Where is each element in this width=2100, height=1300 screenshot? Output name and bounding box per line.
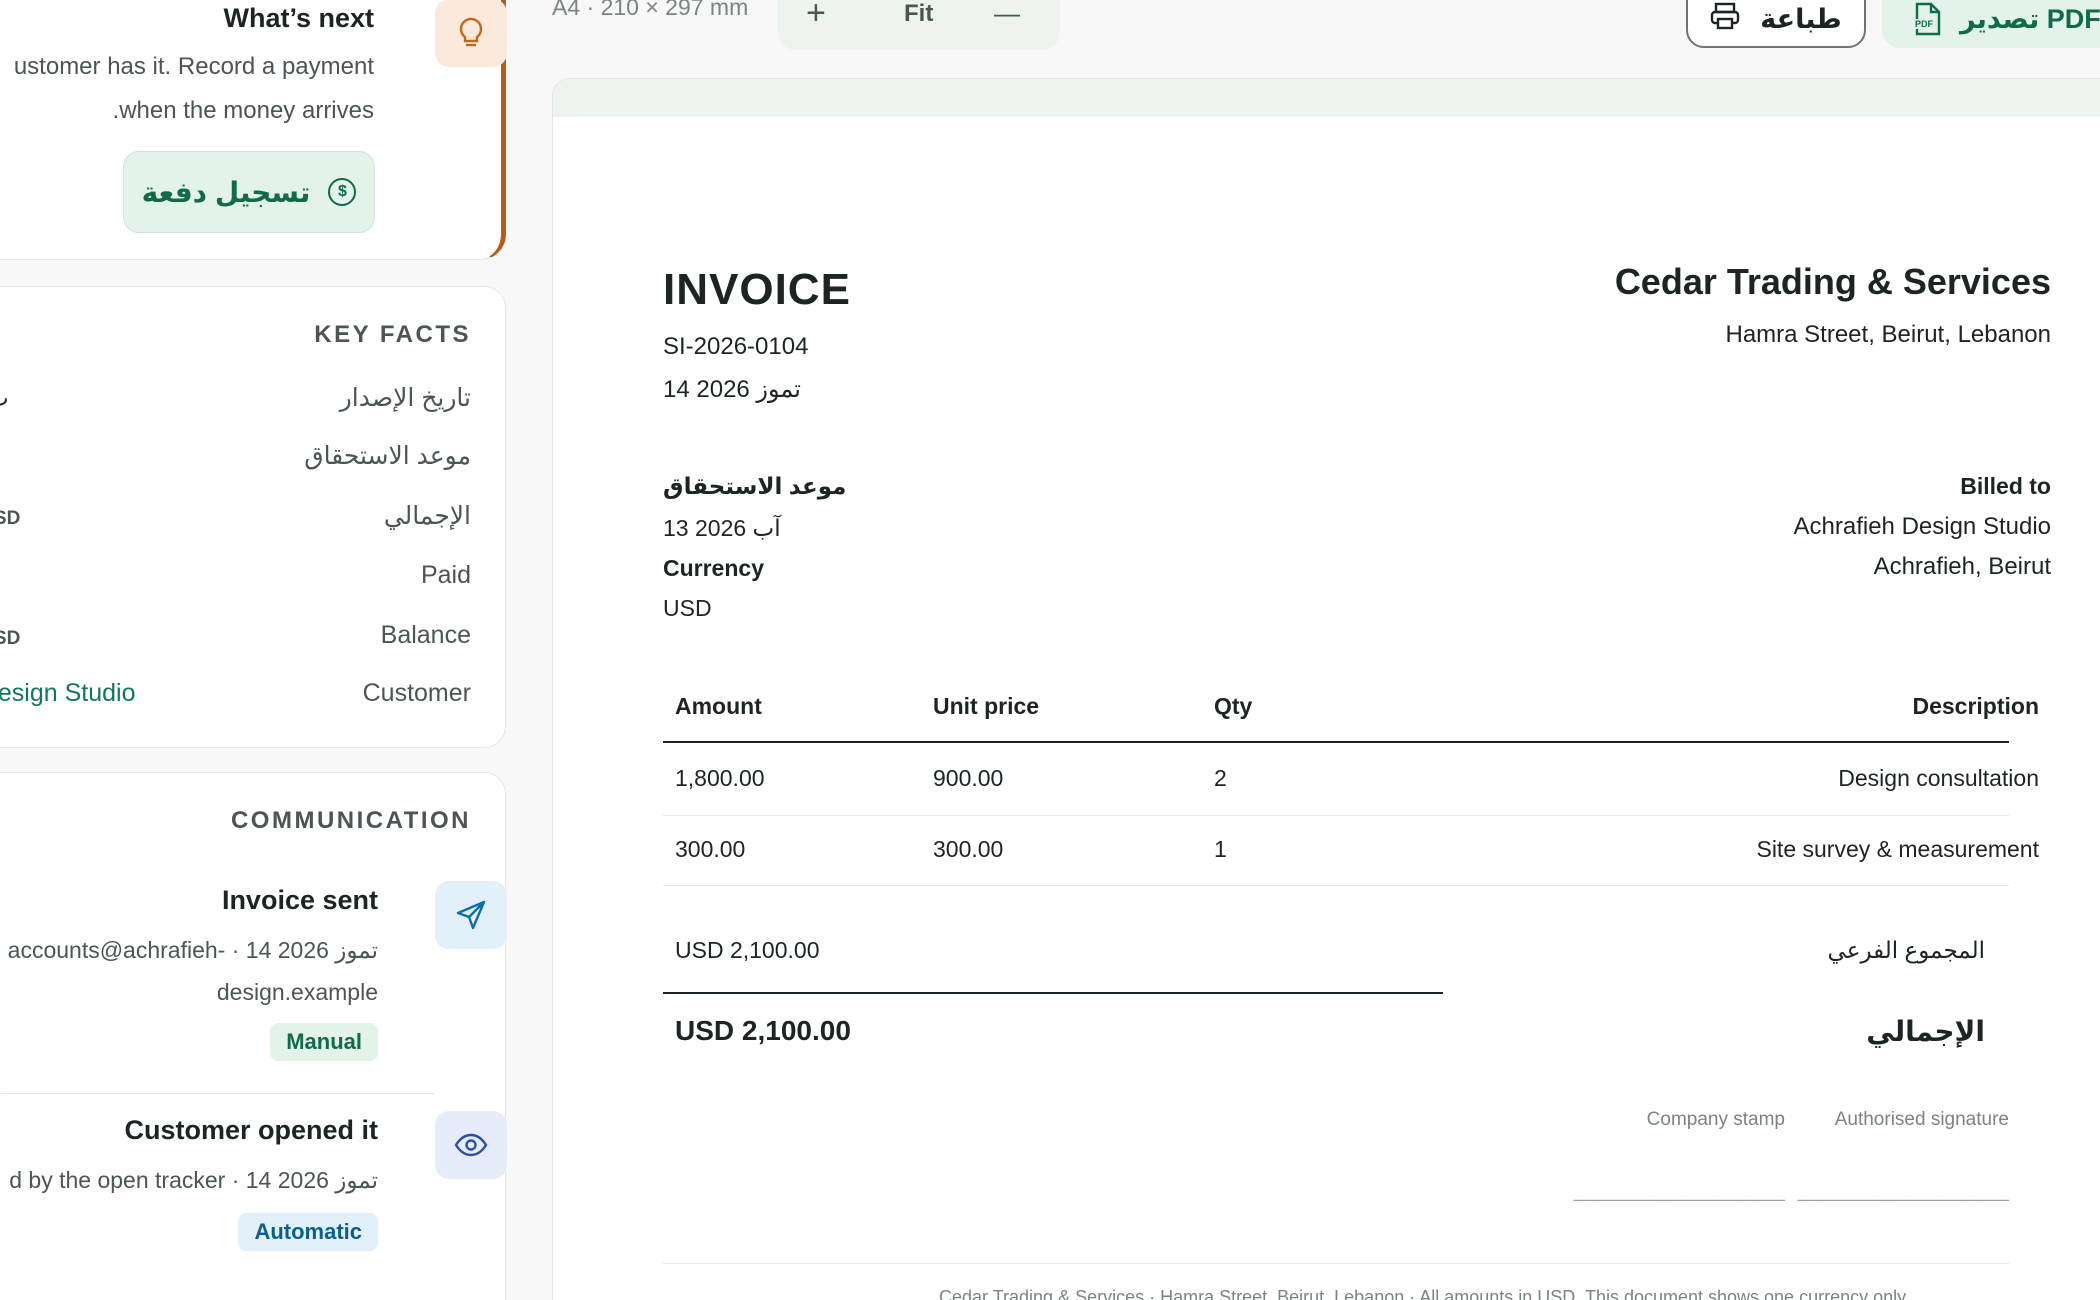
export-pdf-label: تصدير PDF bbox=[1960, 3, 2100, 34]
key-facts-card: KEY FACTS تاريخ الإصدار 14 ت موعد الاستح… bbox=[0, 286, 506, 748]
dollar-icon-glyph: $ bbox=[337, 183, 347, 200]
eye-icon bbox=[435, 1111, 507, 1179]
column-header-unit-price: Unit price bbox=[933, 693, 1040, 719]
zoom-out-button[interactable]: — bbox=[994, 0, 1020, 29]
paper-plane-icon bbox=[435, 881, 507, 949]
line-description: Design consultation bbox=[1838, 765, 2039, 791]
whats-next-body-line2: .when the money arrives bbox=[112, 97, 374, 124]
manual-badge: Manual bbox=[270, 1023, 378, 1061]
paper-size-label: A4 · 210 × 297 mm bbox=[552, 0, 749, 20]
company-stamp-label: Company stamp bbox=[1646, 1109, 1785, 1130]
whats-next-title: What’s next bbox=[223, 3, 374, 33]
currency-value: USD bbox=[663, 595, 712, 621]
invoice-number: SI-2026-0104 bbox=[663, 333, 809, 360]
export-pdf-button[interactable]: PDF تصدير PDF bbox=[1882, 0, 2100, 48]
line-description: Site survey & measurement bbox=[1756, 836, 2039, 862]
line-qty: 1 bbox=[1214, 836, 1227, 862]
subtotal-value: USD 2,100.00 bbox=[675, 937, 820, 963]
due-date-value: 13 آب 2026 bbox=[663, 515, 781, 541]
invoice-issue-date: 14 تموز 2026 bbox=[663, 376, 801, 403]
fact-label-due-date: موعد الاستحقاق bbox=[304, 442, 471, 470]
total-rule bbox=[663, 992, 1443, 994]
customer-link[interactable]: h Design Studio bbox=[0, 679, 136, 708]
line-amount: 300.00 bbox=[675, 836, 746, 862]
due-date-label: موعد الاستحقاق bbox=[663, 473, 847, 499]
company-name: Cedar Trading & Services bbox=[1614, 261, 2051, 302]
pdf-icon-text: PDF bbox=[1915, 19, 1933, 29]
row-divider bbox=[663, 885, 2009, 886]
authorised-signature-line: ____________________ bbox=[1797, 1181, 2009, 1202]
printer-icon bbox=[1710, 2, 1740, 37]
total-label: الإجمالي bbox=[1866, 1016, 1985, 1047]
column-header-qty: Qty bbox=[1214, 693, 1253, 719]
company-stamp-line: ____________________ bbox=[1573, 1181, 1785, 1202]
row-divider bbox=[663, 815, 2009, 816]
preview-header-strip bbox=[553, 79, 2100, 117]
whats-next-card: What’s next ustomer has it. Record a pay… bbox=[0, 0, 507, 260]
event-divider bbox=[1, 1093, 434, 1094]
line-amount: 1,800.00 bbox=[675, 765, 765, 791]
whats-next-body-line1: ustomer has it. Record a payment bbox=[13, 53, 374, 80]
record-payment-label: تسجيل دفعة bbox=[141, 176, 311, 208]
event-detail-line1: accounts@achrafieh- · 14 تموز 2026 bbox=[7, 937, 378, 963]
communication-title: COMMUNICATION bbox=[230, 807, 471, 834]
company-address: Hamra Street, Beirut, Lebanon bbox=[1725, 321, 2051, 348]
pdf-file-icon: PDF bbox=[1914, 2, 1942, 36]
event-detail-line1: d by the open tracker · 14 تموز 2026 bbox=[9, 1167, 378, 1193]
line-unit-price: 900.00 bbox=[933, 765, 1004, 791]
line-unit-price: 300.00 bbox=[933, 836, 1004, 862]
lightbulb-icon bbox=[435, 0, 507, 67]
fact-value-issue-date: 14 ت bbox=[0, 385, 9, 412]
fact-label-balance: Balance bbox=[380, 621, 471, 649]
event-title: Invoice sent bbox=[221, 885, 378, 915]
line-qty: 2 bbox=[1214, 765, 1227, 791]
column-header-description: Description bbox=[1912, 693, 2039, 719]
fact-label-issue-date: تاريخ الإصدار bbox=[339, 384, 471, 412]
invoice-title: INVOICE bbox=[663, 265, 851, 314]
authorised-signature-label: Authorised signature bbox=[1834, 1109, 2009, 1130]
customer-name: Achrafieh Design Studio bbox=[1793, 513, 2051, 540]
event-title: Customer opened it bbox=[124, 1115, 378, 1145]
fact-balance-unit: USD bbox=[0, 628, 21, 649]
billed-to-label: Billed to bbox=[1960, 473, 2051, 499]
footer-rule bbox=[663, 1263, 2009, 1264]
invoice-footer-note: Cedar Trading & Services · Hamra Street,… bbox=[939, 1287, 1910, 1300]
invoice-preview: INVOICE SI-2026-0104 14 تموز 2026 Cedar … bbox=[552, 78, 2100, 1300]
fact-label-paid: Paid bbox=[420, 561, 471, 589]
fact-value-balance: 0 USD bbox=[0, 623, 20, 650]
table-header-rule bbox=[663, 741, 2009, 743]
print-button-label: طباعة bbox=[1760, 3, 1842, 34]
column-header-amount: Amount bbox=[675, 693, 762, 719]
subtotal-label: المجموع الفرعي bbox=[1827, 937, 1985, 963]
fact-label-total: الإجمالي bbox=[383, 502, 471, 530]
fact-total-unit: USD bbox=[0, 508, 21, 529]
fact-value-total: 0 USD bbox=[0, 503, 20, 530]
zoom-fit-button[interactable]: Fit bbox=[904, 0, 933, 28]
customer-address: Achrafieh, Beirut bbox=[1873, 553, 2051, 580]
print-button[interactable]: طباعة bbox=[1686, 0, 1866, 48]
zoom-in-button[interactable]: + bbox=[806, 0, 826, 33]
communication-card: COMMUNICATION Invoice sent accounts@achr… bbox=[0, 772, 507, 1300]
event-detail-line2: design.example bbox=[216, 979, 378, 1005]
record-payment-button[interactable]: تسجيل دفعة $ bbox=[123, 151, 375, 233]
key-facts-title: KEY FACTS bbox=[314, 321, 471, 348]
total-value: USD 2,100.00 bbox=[675, 1015, 851, 1046]
automatic-badge: Automatic bbox=[238, 1213, 378, 1251]
dollar-circle-icon: $ bbox=[328, 178, 357, 206]
fact-label-customer: Customer bbox=[362, 679, 471, 707]
currency-label: Currency bbox=[663, 555, 764, 581]
zoom-control: + Fit — bbox=[778, 0, 1060, 50]
